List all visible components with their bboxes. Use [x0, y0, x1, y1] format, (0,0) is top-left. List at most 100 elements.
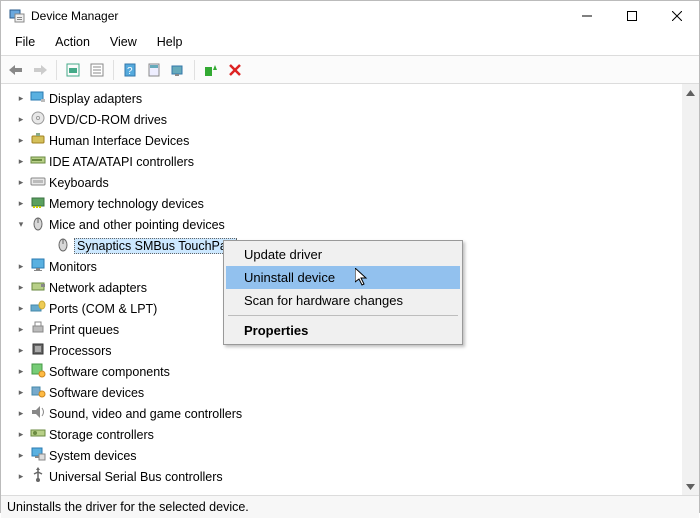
tree-item[interactable]: ▸ Display adapters — [15, 88, 699, 109]
tree-item[interactable]: ▾ Mice and other pointing devices — [15, 214, 699, 235]
system-icon — [30, 446, 46, 465]
maximize-button[interactable] — [609, 1, 654, 31]
svg-text:?: ? — [127, 66, 133, 77]
expand-icon[interactable]: ▸ — [15, 261, 27, 273]
tree-item[interactable]: ▸Software devices — [15, 382, 699, 403]
tree-item-label: Universal Serial Bus controllers — [49, 470, 223, 484]
expand-icon[interactable]: ▸ — [15, 177, 27, 189]
expand-icon[interactable]: ▸ — [15, 198, 27, 210]
enable-device-button[interactable] — [200, 59, 222, 81]
ctx-update-driver[interactable]: Update driver — [226, 243, 460, 266]
tree-item[interactable]: ▸ Memory technology devices — [15, 193, 699, 214]
toolbar-separator — [113, 60, 114, 80]
mouse-icon — [30, 215, 46, 234]
tree-item-label: Keyboards — [49, 176, 109, 190]
tree-item-label: IDE ATA/ATAPI controllers — [49, 155, 194, 169]
expand-icon[interactable]: ▸ — [15, 93, 27, 105]
expand-icon[interactable]: ▸ — [15, 114, 27, 126]
tree-item-label: Network adapters — [49, 281, 147, 295]
uninstall-device-button[interactable] — [224, 59, 246, 81]
expand-icon[interactable]: ▸ — [15, 303, 27, 315]
tree-item[interactable]: ▸ Keyboards — [15, 172, 699, 193]
tree-item-label: Processors — [49, 344, 112, 358]
close-button[interactable] — [654, 1, 699, 31]
software-comp-icon — [30, 362, 46, 381]
tree-item-label: Memory technology devices — [49, 197, 204, 211]
menubar: File Action View Help — [1, 31, 699, 56]
properties-button[interactable] — [86, 59, 108, 81]
network-icon — [30, 278, 46, 297]
tree-view[interactable]: ▸ Display adapters ▸ DVD/CD-ROM drives ▸ Huma… — [1, 84, 699, 496]
expand-icon[interactable]: ▸ — [15, 408, 27, 420]
tree-item[interactable]: ▸ Software components — [15, 361, 699, 382]
scan-hardware-button[interactable] — [167, 59, 189, 81]
expand-icon[interactable]: ▸ — [15, 156, 27, 168]
toolbar-separator — [56, 60, 57, 80]
forward-button[interactable] — [29, 59, 51, 81]
update-driver-button[interactable] — [143, 59, 165, 81]
ctx-uninstall-device[interactable]: Uninstall device — [226, 266, 460, 289]
tree-item[interactable]: ▸Storage controllers — [15, 424, 699, 445]
expand-icon[interactable]: ▸ — [15, 345, 27, 357]
ide-icon — [30, 152, 46, 171]
titlebar: Device Manager — [1, 1, 699, 31]
tree-item-label: Software components — [49, 365, 170, 379]
monitor-icon — [30, 257, 46, 276]
help-button[interactable]: ? — [119, 59, 141, 81]
expand-icon[interactable]: ▸ — [15, 282, 27, 294]
monitor-card-icon — [30, 89, 46, 108]
toolbar: ? — [1, 56, 699, 84]
tree-item-label: Sound, video and game controllers — [49, 407, 242, 421]
tree-item-label: Display adapters — [49, 92, 142, 106]
cpu-icon — [30, 341, 46, 360]
memory-icon — [30, 194, 46, 213]
menu-file[interactable]: File — [7, 33, 43, 51]
toolbar-separator — [194, 60, 195, 80]
tree-item-label: DVD/CD-ROM drives — [49, 113, 167, 127]
tree-item-label: Human Interface Devices — [49, 134, 189, 148]
menu-action[interactable]: Action — [47, 33, 98, 51]
usb-icon — [30, 467, 46, 486]
tree-item-label: Mice and other pointing devices — [49, 218, 225, 232]
expand-icon[interactable]: ▸ — [15, 324, 27, 336]
ctx-separator — [228, 315, 458, 316]
collapse-icon[interactable]: ▾ — [15, 219, 27, 231]
minimize-button[interactable] — [564, 1, 609, 31]
printer-icon — [30, 320, 46, 339]
ctx-properties[interactable]: Properties — [226, 319, 460, 342]
tree-item[interactable]: ▸ Sound, video and game controllers — [15, 403, 699, 424]
tree-child-label: Synaptics SMBus TouchPad — [74, 238, 237, 254]
tree-item-label: System devices — [49, 449, 137, 463]
menu-help[interactable]: Help — [149, 33, 191, 51]
tree-item[interactable]: ▸ Human Interface Devices — [15, 130, 699, 151]
sound-icon — [30, 404, 46, 423]
tree-item[interactable]: ▸ DVD/CD-ROM drives — [15, 109, 699, 130]
tree-item[interactable]: ▸ System devices — [15, 445, 699, 466]
expand-icon[interactable]: ▸ — [15, 387, 27, 399]
keyboard-icon — [30, 173, 46, 192]
tree-item[interactable]: ▸ IDE ATA/ATAPI controllers — [15, 151, 699, 172]
disc-icon — [30, 110, 46, 129]
status-bar: Uninstalls the driver for the selected d… — [1, 496, 699, 518]
expand-icon[interactable]: ▸ — [15, 471, 27, 483]
context-menu: Update driver Uninstall device Scan for … — [223, 240, 463, 345]
status-text: Uninstalls the driver for the selected d… — [7, 500, 249, 514]
software-dev-icon — [30, 383, 46, 402]
back-button[interactable] — [5, 59, 27, 81]
mouse-icon — [55, 236, 71, 255]
ctx-scan-hardware[interactable]: Scan for hardware changes — [226, 289, 460, 312]
hid-icon — [30, 131, 46, 150]
expand-icon[interactable]: ▸ — [15, 429, 27, 441]
vertical-scrollbar[interactable] — [682, 84, 699, 495]
expand-icon[interactable]: ▸ — [15, 366, 27, 378]
scroll-down-button[interactable] — [682, 478, 699, 495]
tree-item[interactable]: ▸ Universal Serial Bus controllers — [15, 466, 699, 487]
ports-icon — [30, 299, 46, 318]
scroll-track[interactable] — [682, 101, 699, 478]
tree-item-label: Ports (COM & LPT) — [49, 302, 157, 316]
expand-icon[interactable]: ▸ — [15, 450, 27, 462]
show-hidden-button[interactable] — [62, 59, 84, 81]
menu-view[interactable]: View — [102, 33, 145, 51]
scroll-up-button[interactable] — [682, 84, 699, 101]
expand-icon[interactable]: ▸ — [15, 135, 27, 147]
